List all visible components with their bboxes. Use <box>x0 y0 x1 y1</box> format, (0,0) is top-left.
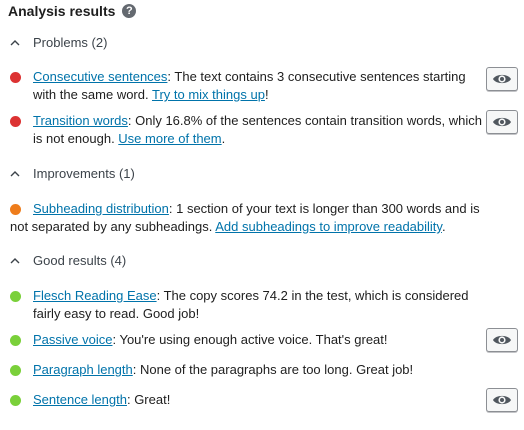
highlight-transition-button[interactable] <box>486 110 518 134</box>
result-text: Consecutive sentences: The text contains… <box>33 69 466 102</box>
result-text: Subheading distribution: 1 section of yo… <box>10 201 480 234</box>
flesch-reading-ease-link[interactable]: Flesch Reading Ease <box>33 288 157 303</box>
chevron-up-icon <box>10 170 20 176</box>
consecutive-sentences-link[interactable]: Consecutive sentences <box>33 69 167 84</box>
improvements-section-label: Improvements (1) <box>33 166 135 181</box>
eye-icon <box>493 395 511 405</box>
status-bullet <box>10 335 21 346</box>
status-bullet <box>10 116 21 127</box>
result-text: Sentence length: Great! <box>33 392 171 407</box>
status-bullet <box>10 395 21 406</box>
use-more-link[interactable]: Use more of them <box>118 131 221 146</box>
good-results-section-toggle[interactable]: Good results (4) <box>10 253 126 268</box>
result-text: Flesch Reading Ease: The copy scores 74.… <box>33 288 469 321</box>
status-bullet <box>10 72 21 83</box>
transition-words-link[interactable]: Transition words <box>33 113 128 128</box>
chevron-up-icon <box>10 39 20 45</box>
result-text: Paragraph length: None of the paragraphs… <box>33 362 414 377</box>
problems-section-label: Problems (2) <box>33 35 108 50</box>
eye-icon <box>493 74 511 84</box>
good-results-section-label: Good results (4) <box>33 253 127 268</box>
eye-icon <box>493 335 511 345</box>
highlight-consecutive-button[interactable] <box>486 67 518 91</box>
result-text: Passive voice: You're using enough activ… <box>33 332 388 347</box>
sentence-length-link[interactable]: Sentence length <box>33 392 127 407</box>
help-icon[interactable]: ? <box>122 4 137 18</box>
highlight-passive-voice-button[interactable] <box>486 328 518 352</box>
problems-section-toggle[interactable]: Problems (2) <box>10 35 107 50</box>
analysis-results-heading: Analysis results ? <box>8 2 137 20</box>
status-bullet <box>10 291 21 302</box>
analysis-results-title: Analysis results <box>8 3 116 19</box>
eye-icon <box>493 117 511 127</box>
improvements-section-toggle[interactable]: Improvements (1) <box>10 166 135 181</box>
add-subheadings-link[interactable]: Add subheadings to improve readability <box>215 219 442 234</box>
result-text: Transition words: Only 16.8% of the sent… <box>33 113 482 146</box>
subheading-distribution-link[interactable]: Subheading distribution <box>33 201 169 216</box>
paragraph-length-link[interactable]: Paragraph length <box>33 362 133 377</box>
mix-things-up-link[interactable]: Try to mix things up <box>152 87 265 102</box>
chevron-up-icon <box>10 257 20 263</box>
highlight-sentence-length-button[interactable] <box>486 388 518 412</box>
passive-voice-link[interactable]: Passive voice <box>33 332 112 347</box>
status-bullet <box>10 365 21 376</box>
